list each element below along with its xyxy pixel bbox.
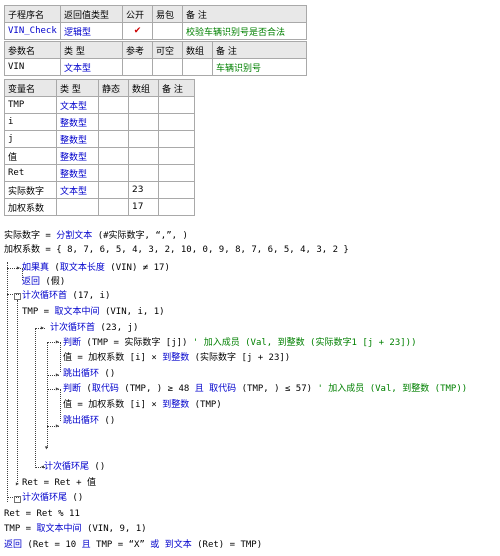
code-line[interactable]: Ret = Ret + 值 [22, 477, 96, 489]
flow-line [47, 342, 48, 448]
flow-line [60, 389, 61, 421]
flow-line [17, 300, 18, 484]
keyword: 跳出循环 [63, 369, 100, 379]
code-text: (TMP, ) ≤ 57) [236, 384, 318, 394]
arrow-icon: ▸ [15, 479, 20, 488]
code-line[interactable]: 值 = 加权系数 [i] × 到整数 (实际数字 [j + 23]) [63, 352, 290, 364]
arrow-icon: ▾ [44, 443, 49, 452]
code-line[interactable]: 加权系数 = { 8, 7, 6, 5, 4, 3, 2, 10, 0, 9, … [4, 244, 349, 256]
code-text: 实际数字 = [4, 231, 57, 241]
arrow-icon: ▸ [55, 421, 60, 430]
keyword: 计次循环首 [22, 291, 68, 301]
code-text: (实际数字 [j + 23]) [189, 353, 291, 363]
function-name: 取文本中间 [36, 524, 82, 534]
arrow-icon: ▸ [55, 337, 60, 346]
code-text: () [99, 416, 116, 426]
code-text: (TMP) [189, 400, 222, 410]
arrow-icon: ▸ [16, 263, 21, 272]
keyword: 计次循环尾 [22, 493, 68, 503]
keyword: 判断 [63, 384, 82, 394]
code-line[interactable]: 值 = 加权系数 [i] × 到整数 (TMP) [63, 399, 222, 411]
code-line[interactable]: 返回 (Ret = 10 且 TMP = “X” 或 到文本 (Ret) = T… [4, 539, 262, 551]
code-text: 值 = 加权系数 [i] × [63, 400, 163, 410]
code-line[interactable]: 计次循环尾 () [44, 461, 105, 473]
keyword: 如果真 [22, 263, 50, 273]
code-text: ( [81, 384, 92, 394]
code-line[interactable]: 计次循环尾 () [22, 492, 83, 504]
code-line[interactable]: 跳出循环 () [63, 415, 115, 427]
code-text: (17, i) [67, 291, 111, 301]
keyword: 返回 [22, 277, 41, 287]
function-name: 取代码 [91, 384, 119, 394]
code-text: (#实际数字, “,”, ) [92, 231, 188, 241]
flow-line [35, 328, 36, 468]
function-name: 取代码 [209, 384, 237, 394]
function-name: 到整数 [162, 400, 190, 410]
code-text: (假) [40, 277, 66, 287]
code-line[interactable]: TMP = 取文本中间 (VIN, 9, 1) [4, 523, 147, 535]
code-text: 加权系数 = { 8, 7, 6, 5, 4, 3, 2, 10, 0, 9, … [4, 245, 349, 255]
code-text: (TMP, ) ≥ 48 [118, 384, 195, 394]
keyword: 判断 [63, 338, 82, 348]
arrow-icon: ▸ [55, 370, 60, 379]
code-text: (TMP = 实际数字 [j]) [81, 338, 193, 348]
collapse-marker-icon[interactable] [14, 293, 21, 300]
flow-line [7, 262, 8, 502]
code-text: Ret = Ret + 值 [22, 478, 97, 488]
code-text: (VIN, i, 1) [99, 307, 165, 317]
keyword: 且 [194, 384, 204, 394]
function-name: 取文本长度 [59, 263, 105, 273]
code-text: () [67, 493, 84, 503]
code-line[interactable]: 如果真 (取文本长度 (VIN) ≠ 17) [22, 262, 170, 274]
code-line[interactable]: 判断 (TMP = 实际数字 [j]) ' 加入成员 (Val, 到整数 (实际… [63, 337, 417, 349]
arrow-icon: ▸ [55, 384, 60, 393]
code-text: TMP = “X” [90, 540, 151, 550]
code-text: ( [49, 263, 60, 273]
code-line[interactable]: 判断 (取代码 (TMP, ) ≥ 48 且 取代码 (TMP, ) ≤ 57)… [63, 383, 467, 395]
code-line[interactable]: 计次循环首 (17, i) [22, 290, 110, 302]
code-line[interactable]: 实际数字 = 分割文本 (#实际数字, “,”, ) [4, 230, 188, 242]
code-text: () [99, 369, 116, 379]
function-name: 分割文本 [56, 231, 93, 241]
keyword: 计次循环首 [50, 323, 96, 333]
function-name: 取文本中间 [54, 307, 100, 317]
comment: ' 加入成员 (Val, 到整数 (实际数字1 [j + 23])) [192, 338, 417, 348]
keyword: 且 [81, 540, 91, 550]
keyword: 或 [150, 540, 160, 550]
code-line[interactable]: 计次循环首 (23, j) [50, 322, 138, 334]
code-line[interactable]: TMP = 取文本中间 (VIN, i, 1) [22, 306, 165, 318]
code-text: (Ret) = TMP) [191, 540, 263, 550]
flow-line [60, 342, 61, 372]
code-text: (VIN, 9, 1) [81, 524, 147, 534]
code-text: Ret = Ret % 11 [4, 509, 80, 519]
comment: ' 加入成员 (Val, 到整数 (TMP)) [317, 384, 468, 394]
function-name: 到整数 [162, 353, 190, 363]
arrow-icon: ▸ [40, 323, 45, 332]
keyword: 跳出循环 [63, 416, 100, 426]
code-text: TMP = [22, 307, 55, 317]
code-text: TMP = [4, 524, 37, 534]
keyword: 返回 [4, 540, 23, 550]
code-line[interactable]: 跳出循环 () [63, 368, 115, 380]
code-line[interactable]: 返回 (假) [22, 276, 65, 288]
code-text: () [89, 462, 106, 472]
keyword: 计次循环尾 [44, 462, 90, 472]
code-text: (23, j) [95, 323, 139, 333]
code-text: (Ret = 10 [22, 540, 82, 550]
code-text: (VIN) ≠ 17) [104, 263, 170, 273]
function-name: 到文本 [164, 540, 192, 550]
code-editor[interactable]: ▸ ▸ ▸ ▸ ▸ ▸ ◂ ▾ ▸ 实际数字 = 分割文本 (#实际数字, “,… [0, 0, 500, 556]
code-line[interactable]: Ret = Ret % 11 [4, 508, 80, 520]
collapse-marker-icon[interactable] [14, 496, 21, 503]
code-text: 值 = 加权系数 [i] × [63, 353, 163, 363]
